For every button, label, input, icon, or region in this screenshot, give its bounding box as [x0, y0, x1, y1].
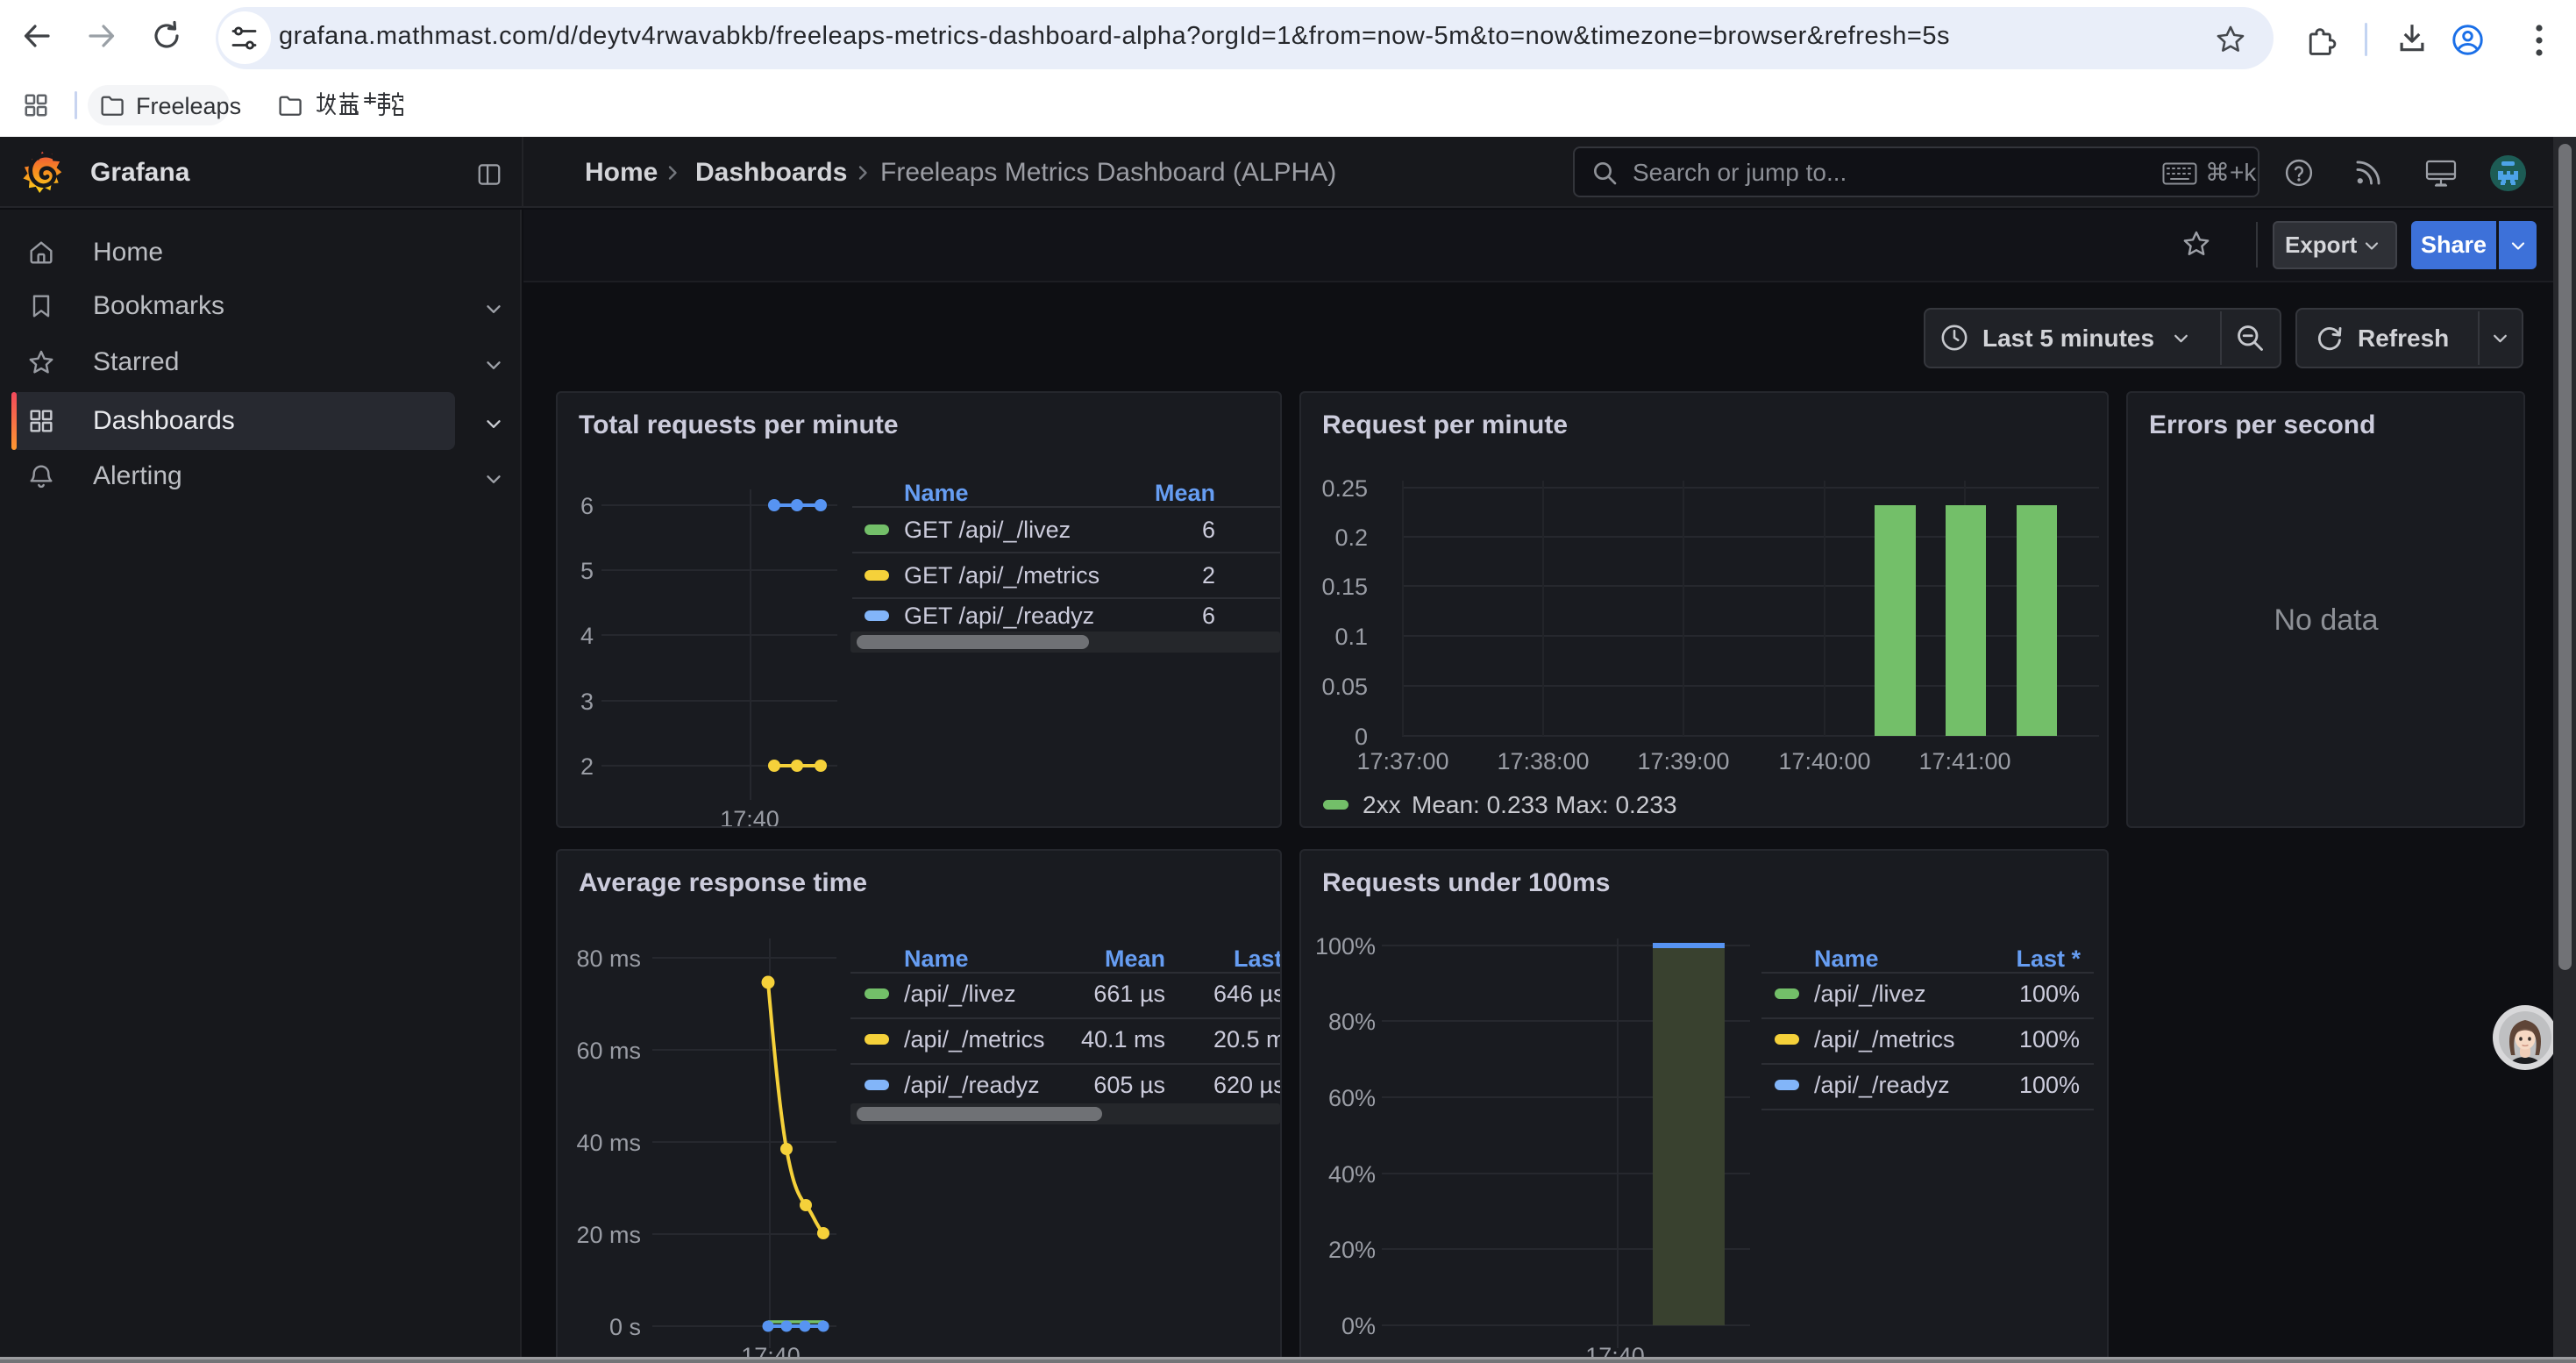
svg-text:605 µs: 605 µs: [1093, 1072, 1165, 1098]
svg-text:Max: 0.233: Max: 0.233: [1555, 791, 1677, 818]
svg-text:0: 0: [1355, 724, 1368, 750]
svg-text:6: 6: [1202, 603, 1215, 629]
svg-text:40 ms: 40 ms: [576, 1130, 641, 1156]
svg-text:0.25: 0.25: [1321, 475, 1368, 502]
svg-text:0.15: 0.15: [1321, 574, 1368, 600]
svg-text:2: 2: [580, 753, 594, 780]
svg-text:646 µs: 646 µs: [1213, 981, 1280, 1007]
svg-text:Name: Name: [1814, 946, 1879, 972]
svg-text:17:38:00: 17:38:00: [1497, 748, 1589, 774]
svg-text:0.2: 0.2: [1334, 525, 1368, 551]
svg-text:6: 6: [1202, 517, 1215, 543]
svg-text:17:40:00: 17:40:00: [1778, 748, 1870, 774]
svg-text:GET /api/_/readyz: GET /api/_/readyz: [904, 603, 1094, 629]
svg-text:Mean: Mean: [1155, 480, 1215, 506]
svg-text:/api/_/livez: /api/_/livez: [904, 981, 1016, 1007]
svg-text:Last *: Last *: [2016, 946, 2081, 972]
svg-text:/api/_/readyz: /api/_/readyz: [1814, 1072, 1950, 1098]
svg-text:5: 5: [580, 558, 594, 584]
svg-text:/api/_/metrics: /api/_/metrics: [1814, 1026, 1955, 1053]
svg-text:GET /api/_/livez: GET /api/_/livez: [904, 517, 1071, 543]
svg-text:100%: 100%: [1315, 933, 1376, 960]
svg-text:4: 4: [580, 623, 594, 649]
svg-text:6: 6: [580, 493, 594, 519]
svg-text:17:39:00: 17:39:00: [1637, 748, 1729, 774]
svg-text:620 µs: 620 µs: [1213, 1072, 1280, 1098]
svg-text:0.1: 0.1: [1334, 624, 1368, 650]
svg-text:Name: Name: [904, 946, 969, 972]
svg-text:20 ms: 20 ms: [576, 1222, 641, 1248]
svg-text:40.1 ms: 40.1 ms: [1081, 1026, 1165, 1053]
svg-text:17:40: 17:40: [720, 806, 779, 826]
svg-text:60%: 60%: [1328, 1085, 1376, 1111]
svg-text:Last *: Last *: [1234, 946, 1280, 972]
svg-text:17:41:00: 17:41:00: [1918, 748, 2010, 774]
svg-text:100%: 100%: [2019, 981, 2080, 1007]
svg-text:0 s: 0 s: [609, 1314, 641, 1340]
svg-text:0%: 0%: [1341, 1313, 1376, 1339]
svg-text:3: 3: [580, 689, 594, 715]
svg-text:/api/_/metrics: /api/_/metrics: [904, 1026, 1045, 1053]
svg-text:Mean: Mean: [1105, 946, 1165, 972]
svg-text:661 µs: 661 µs: [1093, 981, 1165, 1007]
svg-text:40%: 40%: [1328, 1161, 1376, 1188]
svg-text:No data: No data: [2274, 603, 2378, 637]
svg-text:100%: 100%: [2019, 1072, 2080, 1098]
svg-text:80 ms: 80 ms: [576, 946, 641, 972]
svg-text:17:37:00: 17:37:00: [1356, 748, 1448, 774]
svg-text:/api/_/readyz: /api/_/readyz: [904, 1072, 1040, 1098]
svg-text:/api/_/livez: /api/_/livez: [1814, 981, 1926, 1007]
svg-text:0.05: 0.05: [1321, 674, 1368, 700]
svg-text:100%: 100%: [2019, 1026, 2080, 1053]
svg-text:GET /api/_/metrics: GET /api/_/metrics: [904, 562, 1099, 589]
svg-text:Mean: 0.233: Mean: 0.233: [1412, 791, 1548, 818]
svg-text:Name: Name: [904, 480, 969, 506]
svg-text:2: 2: [1202, 562, 1215, 589]
svg-text:80%: 80%: [1328, 1009, 1376, 1035]
svg-text:20.5 ms: 20.5 ms: [1213, 1026, 1280, 1053]
svg-text:60 ms: 60 ms: [576, 1038, 641, 1064]
svg-text:20%: 20%: [1328, 1237, 1376, 1263]
svg-text:2xx: 2xx: [1363, 791, 1401, 818]
